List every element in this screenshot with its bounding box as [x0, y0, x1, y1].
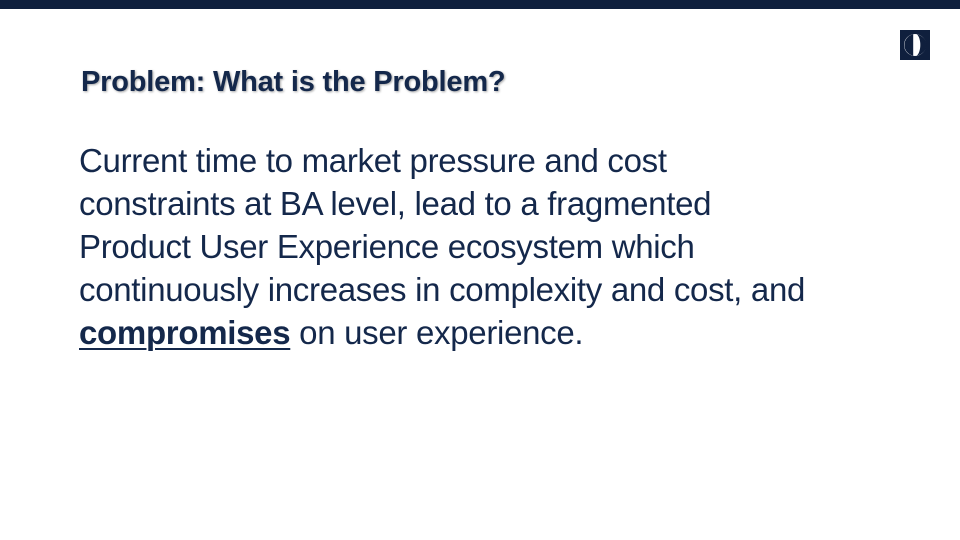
- problem-statement-line: continuously increases in complexity and…: [79, 271, 806, 308]
- problem-statement: Current time to market pressure and cost…: [79, 139, 939, 354]
- top-accent-bar: [0, 0, 960, 9]
- slide-title: Problem: What is the Problem?: [81, 66, 506, 98]
- problem-statement-line-end: on user experience.: [290, 314, 584, 351]
- problem-statement-line: Product User Experience ecosystem which: [79, 228, 695, 265]
- problem-statement-line: Current time to market pressure and cost: [79, 142, 667, 179]
- problem-statement-line: constraints at BA level, lead to a fragm…: [79, 185, 712, 222]
- electrolux-logo-icon: [900, 30, 930, 60]
- problem-statement-last-line: compromises on user experience.: [79, 311, 939, 354]
- emphasized-word: compromises: [79, 314, 291, 351]
